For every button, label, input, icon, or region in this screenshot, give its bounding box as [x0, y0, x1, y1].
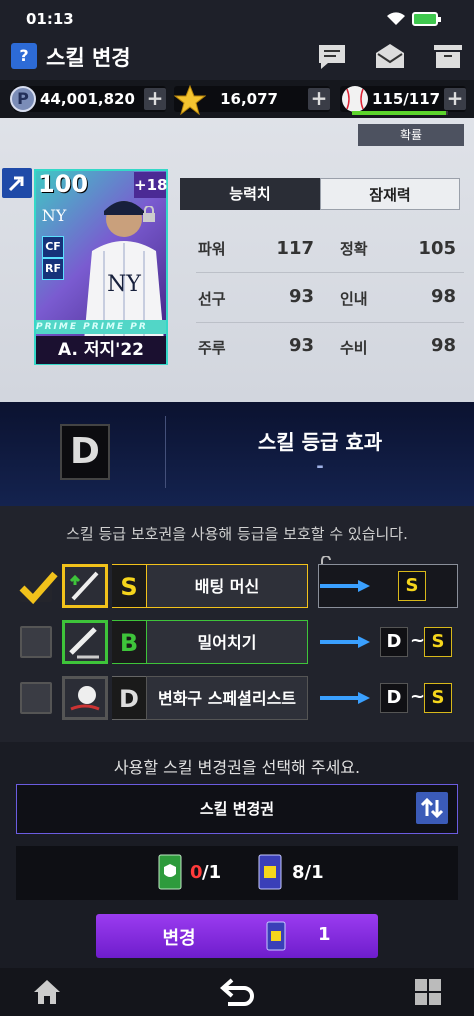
- skill-name-1[interactable]: 배팅 머신: [146, 564, 308, 608]
- add-stars-button[interactable]: +: [308, 88, 330, 110]
- card-prime-band: PRIME PRIME PR: [36, 320, 166, 334]
- card-overall: 100: [38, 170, 89, 198]
- skill-icon-breaking-ball: [62, 676, 108, 720]
- skill-checkbox-3[interactable]: [20, 682, 52, 714]
- stat-value: 98: [430, 286, 456, 307]
- result-grade-max: S: [424, 683, 452, 713]
- skill-grade-title: 스킬 등급 효과: [257, 430, 383, 454]
- stat-divider: [196, 272, 464, 273]
- change-cost: 1: [318, 924, 331, 945]
- stars-value: 16,077: [220, 90, 278, 108]
- stat-label: 정확: [340, 240, 368, 258]
- stamina-fill: [352, 111, 446, 115]
- probability-button[interactable]: 확률: [358, 124, 464, 146]
- stat-label: 수비: [340, 339, 368, 357]
- change-ticket-icon: [258, 854, 282, 890]
- lock-icon: [143, 206, 155, 222]
- stat-value: 117: [276, 238, 314, 259]
- ticket-select-label: 스킬 변경권: [199, 800, 275, 818]
- baseball-icon: [342, 86, 368, 112]
- back-icon[interactable]: [220, 976, 256, 1008]
- swap-icon[interactable]: [416, 792, 448, 824]
- upgrade-icon[interactable]: [2, 168, 32, 198]
- add-points-button[interactable]: +: [144, 88, 166, 110]
- status-time: 01:13: [26, 10, 74, 28]
- star-icon: [174, 85, 206, 115]
- team-logo-icon: NY: [42, 206, 67, 225]
- arrow-right-icon: [320, 636, 370, 648]
- result-range-sep: ~: [410, 630, 426, 651]
- points-coin-icon: P: [10, 86, 36, 112]
- protect-ticket-count: 0: [190, 862, 203, 883]
- points-value: 44,001,820: [40, 90, 135, 108]
- skill-grade-3: D: [112, 676, 146, 720]
- arrow-right-icon: [320, 580, 370, 592]
- skill-name-3[interactable]: 변화구 스페셜리스트: [146, 676, 308, 720]
- ticket-prompt: 사용할 스킬 변경권을 선택해 주세요.: [113, 758, 361, 777]
- skill-icon-batting-machine: [62, 564, 108, 608]
- ticket-count-bar: [16, 846, 458, 900]
- notice-icon[interactable]: [316, 42, 348, 70]
- card-enhance-level: +18: [134, 172, 167, 198]
- stat-label: 파워: [198, 240, 226, 258]
- result-grade-min: D: [380, 627, 408, 657]
- home-icon[interactable]: [32, 978, 62, 1006]
- menu-grid-icon[interactable]: [414, 978, 442, 1006]
- inbox-icon[interactable]: [432, 42, 464, 70]
- stat-value: 105: [418, 238, 456, 259]
- skill-protect-info: 스킬 등급 보호권을 사용해 등급을 보호할 수 있습니다.: [66, 525, 408, 543]
- result-range-sep: ~: [410, 686, 426, 707]
- position-badge-cf: CF: [42, 236, 64, 258]
- player-name: A. 저지'22: [36, 336, 166, 364]
- skill-grade-1: S: [112, 564, 146, 608]
- stat-value: 93: [288, 286, 314, 307]
- protect-ticket-icon: [158, 854, 182, 890]
- tab-ability[interactable]: 능력치: [180, 178, 320, 210]
- stat-label: 인내: [340, 290, 368, 308]
- skill-checkbox-1[interactable]: [19, 570, 58, 605]
- battery-icon: [412, 12, 441, 26]
- result-grade: S: [398, 571, 426, 601]
- stat-value: 93: [288, 335, 314, 356]
- skill-grade-2: B: [112, 620, 146, 664]
- stat-label: 주루: [198, 339, 226, 357]
- skill-icon-opposite-field: [62, 620, 108, 664]
- help-button[interactable]: ?: [11, 43, 37, 69]
- result-grade-max: S: [424, 627, 452, 657]
- skill-grade-effect: -: [316, 456, 324, 477]
- arrow-right-icon: [320, 692, 370, 704]
- change-button-label: 변경: [162, 928, 196, 949]
- stat-divider: [196, 322, 464, 323]
- svg-text:NY: NY: [42, 206, 67, 225]
- mail-icon[interactable]: [374, 42, 406, 70]
- page-title: 스킬 변경: [46, 46, 131, 70]
- stat-label: 선구: [198, 290, 226, 308]
- skill-checkbox-2[interactable]: [20, 626, 52, 658]
- skill-name-2[interactable]: 밀어치기: [146, 620, 308, 664]
- stat-value: 98: [430, 335, 456, 356]
- skill-grade-badge: D: [60, 424, 110, 480]
- svg-text:NY: NY: [107, 272, 141, 297]
- protect-ticket-total: /1: [202, 862, 222, 883]
- check-icon: [19, 571, 58, 605]
- stamina-value: 115/117: [372, 90, 441, 108]
- change-ticket-icon: [266, 921, 286, 951]
- position-badge-rf: RF: [42, 258, 64, 280]
- change-ticket-count: 8/1: [292, 862, 324, 883]
- tab-potential[interactable]: 잠재력: [320, 178, 460, 210]
- add-stamina-button[interactable]: +: [444, 88, 466, 110]
- wifi-icon: [387, 12, 405, 25]
- result-grade-min: D: [380, 683, 408, 713]
